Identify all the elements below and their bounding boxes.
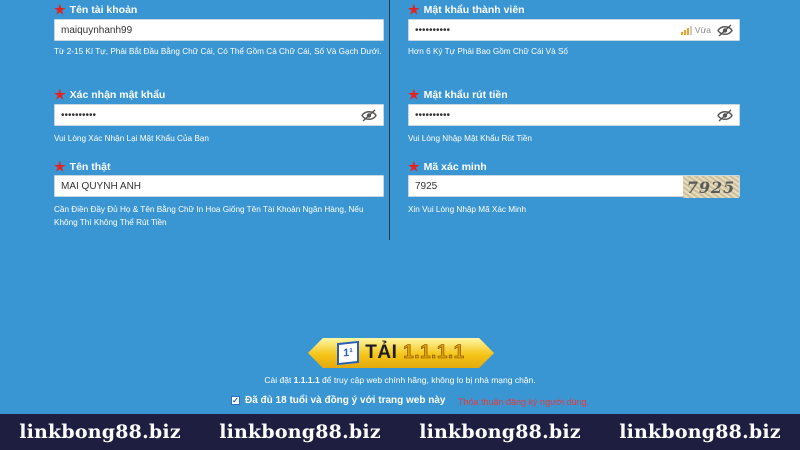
install-note-suffix: để truy cập web chính hãng, không lo bị … <box>319 375 536 385</box>
username-field[interactable] <box>54 19 384 41</box>
install-note-bold: 1.1.1.1 <box>293 375 320 385</box>
captcha-field[interactable]: 7925 <box>408 175 740 198</box>
required-star-icon: ★ <box>408 87 420 102</box>
agree-text: Đã đủ 18 tuổi và đồng ý với trang web nà… <box>245 395 446 406</box>
real-name-input[interactable] <box>55 176 383 197</box>
column-divider <box>389 0 390 240</box>
required-star-icon: ★ <box>54 159 66 174</box>
username-label-text: Tên tài khoản <box>69 4 138 16</box>
real-name-label-text: Tên thật <box>69 161 111 173</box>
eye-slash-icon[interactable] <box>717 24 733 37</box>
captcha-input[interactable] <box>409 176 681 197</box>
confirm-password-field[interactable] <box>54 104 384 126</box>
terms-link[interactable]: Thỏa thuận đăng ký người dùng. <box>458 397 589 407</box>
captcha-label: ★ Mã xác minh <box>408 159 487 174</box>
strength-bar <box>686 28 689 35</box>
strength-bars <box>680 26 692 35</box>
password-hint: Hơn 6 Ký Tự Phải Bao Gồm Chữ Cái Và Số <box>408 47 568 56</box>
withdraw-password-label-text: Mật khẩu rút tiền <box>423 89 508 101</box>
watermark-text: linkbong88.biz <box>619 421 781 443</box>
withdraw-password-hint: Vui Lòng Nhập Mật Khẩu Rút Tiền <box>408 134 532 143</box>
confirm-password-input[interactable] <box>55 105 383 126</box>
username-input[interactable] <box>55 20 383 41</box>
download-1111-banner[interactable]: 1¹ TẢI 1.1.1.1 <box>308 338 494 368</box>
real-name-hint: Cần Điền Đầy Đủ Họ & Tên Bằng Chữ In Hoa… <box>54 205 364 227</box>
confirm-password-label: ★ Xác nhận mật khẩu <box>54 87 166 102</box>
password-strength-indicator: Vừa <box>680 25 711 35</box>
watermark-text: linkbong88.biz <box>19 421 181 443</box>
watermark-text: linkbong88.biz <box>219 421 381 443</box>
username-label: ★ Tên tài khoản <box>54 2 138 17</box>
watermark-text: linkbong88.biz <box>419 421 581 443</box>
captcha-image[interactable]: 7925 <box>683 176 739 198</box>
required-star-icon: ★ <box>408 159 420 174</box>
required-star-icon: ★ <box>54 2 66 17</box>
strength-bar <box>683 30 686 35</box>
password-label: ★ Mật khẩu thành viên <box>408 2 525 17</box>
confirm-password-hint: Vui Lòng Xác Nhận Lại Mật Khẩu Của Bạn <box>54 134 209 143</box>
age-agreement: ✓ Đã đủ 18 tuổi và đồng ý với trang web … <box>231 395 445 406</box>
cloudflare-1111-logo-icon: 1¹ <box>337 340 360 366</box>
eye-slash-icon[interactable] <box>717 109 733 122</box>
real-name-field[interactable] <box>54 175 384 197</box>
withdraw-password-field[interactable] <box>408 104 740 126</box>
eye-slash-icon[interactable] <box>361 109 377 122</box>
banner-label: TẢI <box>365 342 398 363</box>
required-star-icon: ★ <box>54 87 66 102</box>
strength-bar <box>689 26 692 35</box>
required-star-icon: ★ <box>408 2 420 17</box>
install-note: Cài đặt 1.1.1.1 để truy cập web chính hã… <box>0 375 800 385</box>
agree-checkbox[interactable]: ✓ <box>231 396 240 405</box>
strength-label: Vừa <box>694 25 711 35</box>
captcha-label-text: Mã xác minh <box>423 161 487 173</box>
watermark-footer: linkbong88.biz linkbong88.biz linkbong88… <box>0 414 800 450</box>
banner-number: 1.1.1.1 <box>403 342 465 364</box>
banner-text: TẢI 1.1.1.1 <box>365 342 465 364</box>
withdraw-password-label: ★ Mật khẩu rút tiền <box>408 87 508 102</box>
strength-bar <box>680 32 683 35</box>
confirm-password-label-text: Xác nhận mật khẩu <box>69 89 166 101</box>
password-label-text: Mật khẩu thành viên <box>423 4 525 16</box>
username-hint: Từ 2-15 Kí Tự, Phải Bắt Đầu Bằng Chữ Cái… <box>54 47 382 56</box>
captcha-hint: Xin Vui Lòng Nhập Mã Xác Minh <box>408 205 527 214</box>
password-field[interactable]: Vừa <box>408 19 740 41</box>
real-name-label: ★ Tên thật <box>54 159 111 174</box>
withdraw-password-input[interactable] <box>409 105 739 126</box>
install-note-prefix: Cài đặt <box>264 375 294 385</box>
